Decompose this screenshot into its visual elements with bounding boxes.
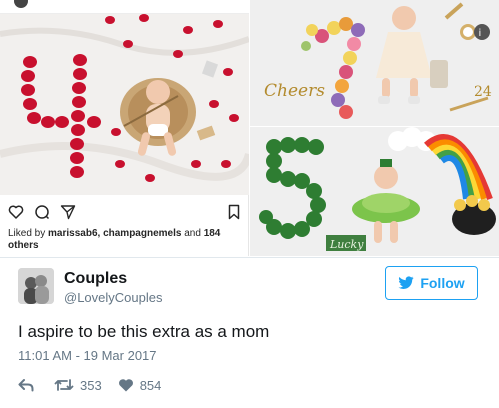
svg-text:24: 24 bbox=[474, 84, 492, 100]
reply-arrow-icon bbox=[18, 379, 34, 392]
tweet-text: I aspire to be this extra as a mom bbox=[18, 322, 270, 341]
instagram-likes-count: 184 bbox=[203, 228, 221, 239]
account-name[interactable]: Couples bbox=[64, 270, 127, 288]
comment-bubble-icon[interactable] bbox=[34, 204, 50, 220]
svg-text:i: i bbox=[479, 28, 482, 39]
retweet-count: 353 bbox=[80, 377, 102, 393]
retweet-icon bbox=[54, 379, 74, 391]
tweet-card: Couples @LovelyCouples Follow I aspire t… bbox=[0, 257, 499, 408]
tweet-actions: 353 854 bbox=[18, 376, 161, 394]
tweet-timestamp[interactable]: 11:01 AM - 19 Mar 2017 bbox=[18, 348, 157, 363]
cheers-photo: Cheers i 24 bbox=[250, 0, 499, 126]
follow-label: Follow bbox=[420, 275, 465, 291]
photo-collage: Liked by marissab6, champagnemels and 18… bbox=[0, 0, 499, 256]
instagram-avatar bbox=[14, 0, 28, 8]
retweet-button[interactable]: 353 bbox=[54, 378, 102, 393]
reply-button[interactable] bbox=[18, 378, 40, 392]
instagram-photo bbox=[0, 14, 249, 195]
follow-button[interactable]: Follow bbox=[385, 266, 478, 300]
instagram-post: Liked by marissab6, champagnemels and 18… bbox=[0, 0, 249, 256]
cheers-label: Cheers bbox=[264, 81, 325, 101]
bookmark-icon[interactable] bbox=[226, 204, 242, 220]
account-handle[interactable]: @LovelyCouples bbox=[64, 290, 162, 305]
instagram-header bbox=[0, 0, 249, 14]
avatar[interactable] bbox=[18, 268, 54, 304]
instagram-actions bbox=[0, 196, 249, 226]
heart-icon bbox=[118, 379, 133, 392]
heart-outline-icon[interactable] bbox=[8, 204, 24, 220]
like-count: 854 bbox=[139, 377, 162, 393]
paper-plane-icon[interactable] bbox=[60, 204, 76, 220]
lucky-photo: Lucky bbox=[250, 127, 499, 256]
twitter-bird-icon bbox=[398, 276, 414, 289]
instagram-likes-text: Liked by marissab6, champagnemels and 18… bbox=[8, 228, 221, 251]
instagram-likers: marissab6, champagnemels bbox=[48, 228, 182, 239]
like-button[interactable]: 854 bbox=[118, 377, 162, 393]
lucky-label: Lucky bbox=[329, 238, 364, 251]
